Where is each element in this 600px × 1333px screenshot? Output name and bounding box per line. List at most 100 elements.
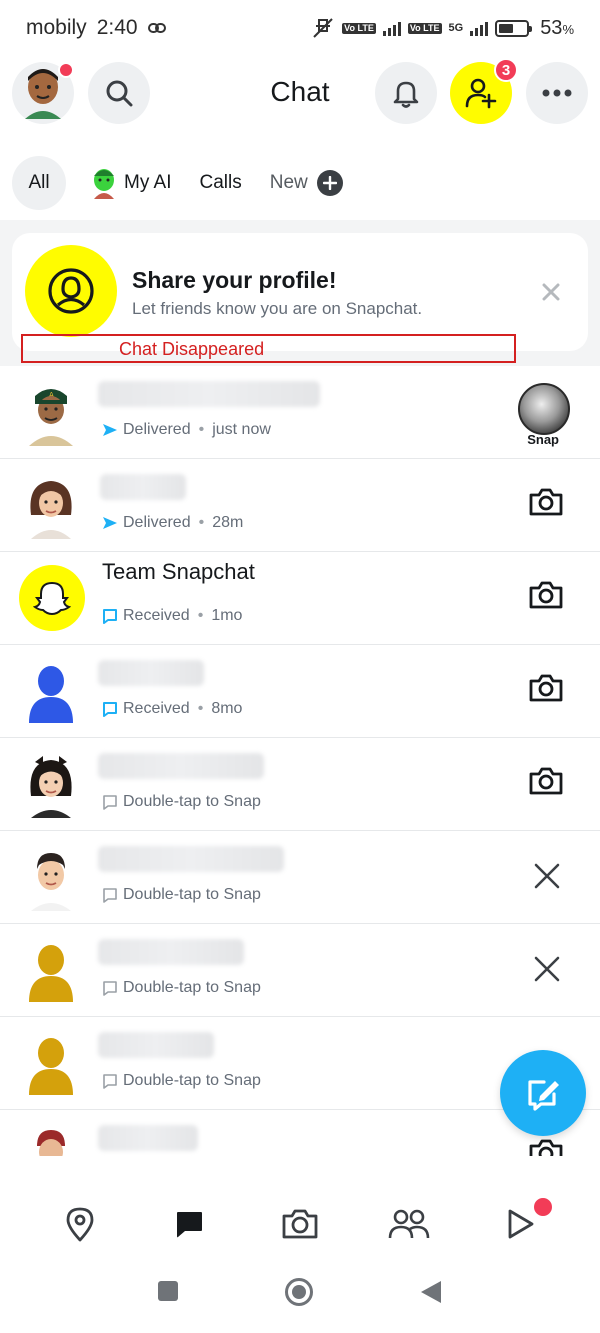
default-avatar-icon (29, 1038, 73, 1095)
default-avatar-icon (29, 945, 73, 1002)
status-text: Delivered (123, 514, 191, 531)
close-icon (542, 283, 560, 301)
chat-row[interactable]: Double-tap to Snap (0, 831, 600, 924)
status-text: Received (123, 700, 190, 717)
friend-request-badge: 3 (494, 58, 518, 82)
camera-icon (282, 1209, 318, 1239)
chat-status: Double-tap to Snap (102, 979, 261, 997)
chat-status: Received • 1mo (102, 607, 242, 625)
chat-filter-tabs: All My AI Calls New (12, 156, 357, 210)
contact-name-redacted (98, 1032, 214, 1058)
chat-row[interactable]: Delivered • 28m (0, 459, 600, 552)
plus-icon (316, 170, 343, 196)
home-button[interactable] (284, 1277, 314, 1312)
contact-name-redacted (98, 846, 284, 872)
new-chat-button[interactable] (500, 1050, 586, 1136)
status-text: Delivered (123, 421, 191, 438)
network-type: 5G (448, 22, 464, 34)
dismiss-suggestion-button[interactable] (534, 956, 560, 987)
system-navigation-bar (0, 1262, 600, 1333)
chat-bubble-icon (103, 609, 117, 624)
camera-reply-button[interactable] (528, 580, 564, 615)
bitmoji-avatar-icon (30, 756, 72, 818)
tab-label: My AI (124, 172, 172, 193)
tab-all[interactable]: All (12, 156, 66, 210)
map-icon (66, 1207, 94, 1242)
dismiss-card-button[interactable] (542, 283, 560, 306)
tab-label: New (269, 172, 308, 193)
friends-icon (388, 1209, 430, 1239)
status-time: 8mo (211, 700, 243, 717)
chat-status: Double-tap to Snap (102, 793, 261, 811)
status-text: Double-tap to Snap (123, 886, 261, 903)
add-friend-icon (465, 78, 497, 109)
dismiss-suggestion-button[interactable] (534, 863, 560, 894)
chat-bubble-outline-icon (103, 888, 117, 903)
more-icon (542, 89, 572, 97)
nav-friends[interactable] (387, 1202, 431, 1246)
delivered-arrow-icon (103, 517, 117, 529)
camera-icon (529, 767, 563, 795)
tab-my-ai[interactable]: My AI (76, 156, 186, 210)
contact-name: Team Snapchat (102, 559, 255, 584)
add-friends-button[interactable]: 3 (450, 58, 518, 124)
recents-button[interactable] (157, 1280, 179, 1307)
bitmoji-avatar-icon (37, 1130, 65, 1156)
camera-reply-button[interactable] (528, 673, 564, 708)
user-circle-icon (48, 268, 94, 314)
annotation-box: Chat Disappeared (21, 334, 516, 363)
contact-name-redacted (98, 1125, 198, 1151)
home-circle-icon (285, 1278, 313, 1306)
tab-calls[interactable]: Calls (186, 156, 256, 210)
notifications-button[interactable] (375, 62, 437, 124)
more-options-button[interactable] (526, 62, 588, 124)
nav-camera[interactable] (278, 1202, 322, 1246)
my-ai-avatar-icon (94, 169, 114, 199)
bitmoji-avatar-icon (31, 853, 71, 911)
bell-icon (393, 81, 419, 108)
chat-row[interactable]: Received • 8mo (0, 645, 600, 738)
chat-list: A Delivered • just now Snap Delivered • … (0, 366, 600, 1156)
signal-icon (382, 20, 401, 36)
snap-thumbnail[interactable] (518, 383, 570, 435)
nav-chat[interactable] (167, 1202, 211, 1246)
snap-label: Snap (527, 432, 559, 447)
battery-level: 53% (540, 16, 574, 39)
tab-label: All (28, 172, 50, 193)
bitmoji-avatar-icon: A (29, 389, 73, 446)
card-subtitle: Let friends know you are on Snapchat. (132, 299, 423, 318)
chat-row[interactable]: Double-tap to Snap (0, 738, 600, 831)
chat-row[interactable]: A Delivered • just now Snap (0, 366, 600, 459)
annotation-label: Chat Disappeared (119, 339, 265, 359)
camera-reply-button[interactable] (528, 487, 564, 522)
chat-status: Double-tap to Snap (102, 886, 261, 904)
default-avatar-icon (29, 666, 73, 723)
camera-icon (529, 674, 563, 702)
chat-row[interactable]: Team Snapchat Received • 1mo (0, 552, 600, 645)
status-time: 1mo (211, 607, 243, 624)
chat-row[interactable]: Double-tap to Snap (0, 924, 600, 1017)
status-time: just now (212, 421, 271, 438)
status-text: Double-tap to Snap (123, 793, 261, 810)
back-triangle-icon (421, 1281, 441, 1303)
tab-new[interactable]: New (256, 156, 357, 210)
chat-header: Chat 3 (0, 58, 600, 126)
nav-stories[interactable] (498, 1196, 554, 1246)
team-snapchat-avatar (19, 565, 85, 631)
contact-name-redacted (98, 381, 320, 407)
chat-status: Double-tap to Snap (102, 1072, 261, 1090)
clock: 2:40 (96, 16, 138, 39)
back-button[interactable] (419, 1279, 443, 1310)
camera-icon (529, 488, 563, 516)
camera-reply-button[interactable] (528, 766, 564, 801)
camera-reply-button[interactable] (528, 1138, 564, 1156)
stories-icon (508, 1209, 534, 1239)
delivered-arrow-icon (103, 424, 117, 436)
bitmoji-avatar-icon (30, 481, 72, 539)
tab-label: Calls (199, 172, 242, 193)
link-icon (147, 22, 166, 34)
nav-map[interactable] (58, 1202, 102, 1246)
ghost-icon (33, 581, 71, 616)
chat-bubble-outline-icon (103, 1074, 117, 1089)
close-icon (534, 863, 560, 889)
